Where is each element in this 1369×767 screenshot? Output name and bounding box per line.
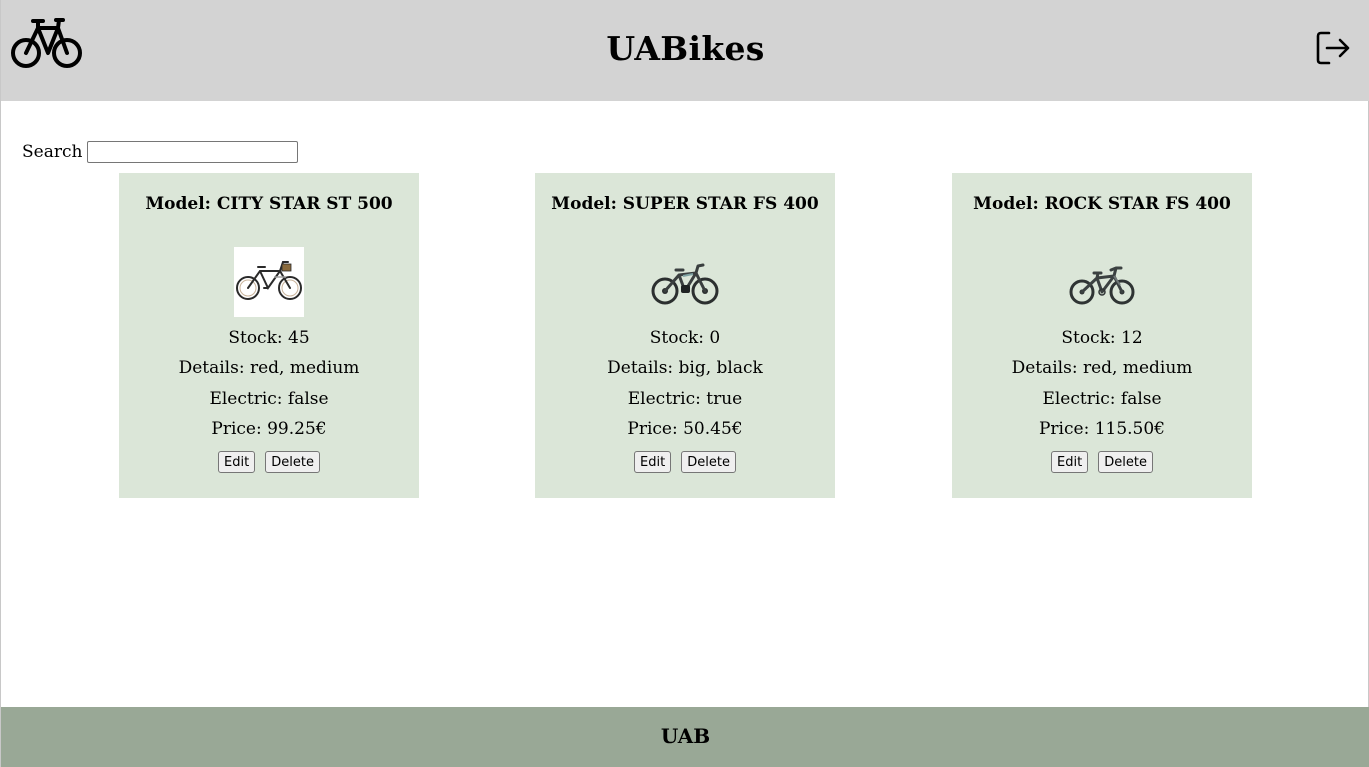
edit-button[interactable]: Edit bbox=[1051, 451, 1089, 473]
bike-price: Price: 115.50€ bbox=[1038, 419, 1165, 439]
bike-stock: Stock: 12 bbox=[1061, 328, 1143, 348]
bike-details: Details: red, medium bbox=[178, 358, 360, 378]
bike-card: Model: SUPER STAR FS 400 Stock: 0 Detail… bbox=[535, 173, 835, 498]
card-actions: Edit Delete bbox=[535, 451, 835, 473]
delete-button[interactable]: Delete bbox=[265, 451, 320, 473]
bike-stock: Stock: 45 bbox=[228, 328, 310, 348]
bike-model: Model: ROCK STAR FS 400 bbox=[973, 194, 1231, 214]
search-input[interactable] bbox=[87, 141, 299, 163]
mountain-bike-photo bbox=[1069, 266, 1135, 305]
delete-button[interactable]: Delete bbox=[681, 451, 736, 473]
top-header: UABikes bbox=[1, 0, 1369, 101]
bike-card: Model: ROCK STAR FS 400 Stock: 12 Detail… bbox=[952, 173, 1252, 498]
logout-icon[interactable] bbox=[1315, 30, 1351, 66]
page: UABikes Search Model: CITY STAR ST 500 S… bbox=[0, 0, 1369, 767]
bike-model: Model: SUPER STAR FS 400 bbox=[551, 194, 819, 214]
bike-electric: Electric: true bbox=[627, 389, 743, 409]
bike-stock: Stock: 0 bbox=[649, 328, 721, 348]
app-title: UABikes bbox=[606, 29, 765, 68]
edit-button[interactable]: Edit bbox=[634, 451, 672, 473]
search-label: Search bbox=[22, 142, 83, 162]
bike-details: Details: red, medium bbox=[1011, 358, 1193, 378]
footer-text: UAB bbox=[660, 724, 711, 748]
delete-button[interactable]: Delete bbox=[1098, 451, 1153, 473]
city-bike-photo bbox=[234, 247, 304, 317]
footer: UAB bbox=[1, 707, 1369, 767]
e-bike-photo bbox=[651, 263, 719, 305]
card-actions: Edit Delete bbox=[952, 451, 1252, 473]
bike-price: Price: 50.45€ bbox=[627, 419, 743, 439]
bike-card: Model: CITY STAR ST 500 Stock: 45 Detail… bbox=[119, 173, 419, 498]
search-row: Search bbox=[22, 140, 299, 164]
bike-electric: Electric: false bbox=[209, 389, 329, 409]
bike-model: Model: CITY STAR ST 500 bbox=[145, 194, 393, 214]
edit-button[interactable]: Edit bbox=[218, 451, 256, 473]
card-actions: Edit Delete bbox=[119, 451, 419, 473]
bike-electric: Electric: false bbox=[1042, 389, 1162, 409]
bike-details: Details: big, black bbox=[607, 358, 763, 378]
bike-price: Price: 99.25€ bbox=[211, 419, 327, 439]
